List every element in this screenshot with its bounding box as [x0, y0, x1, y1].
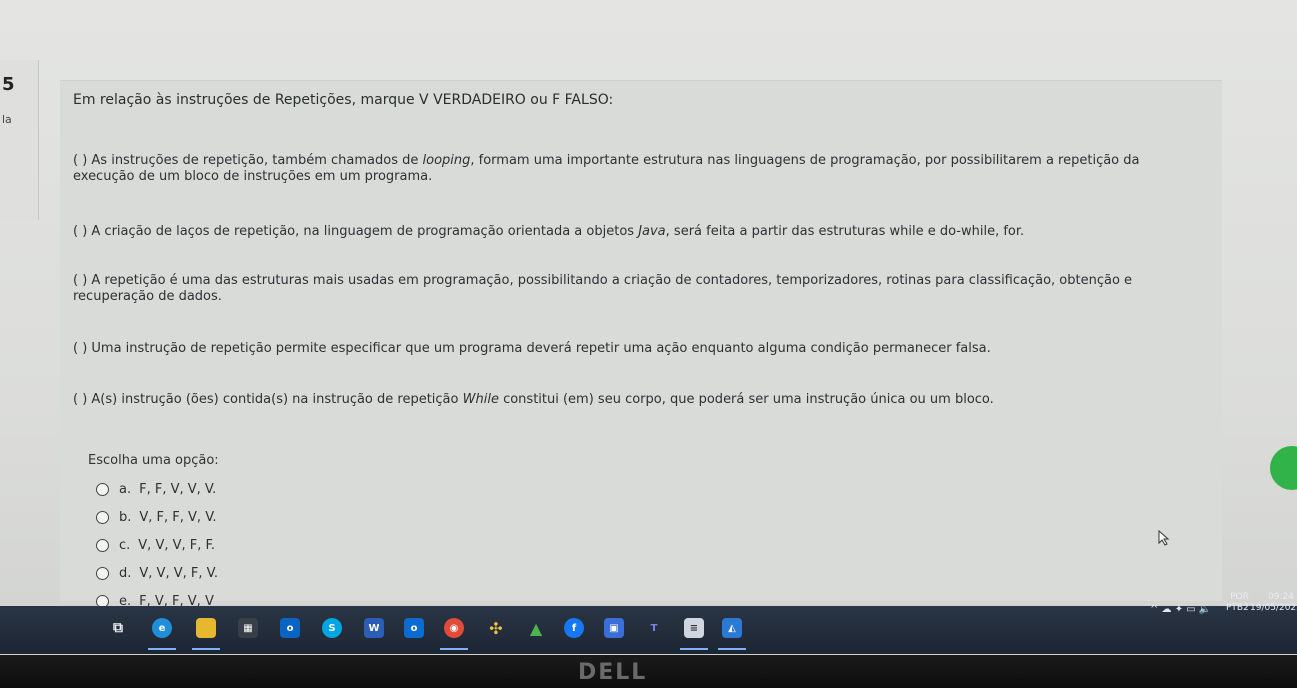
skype-icon[interactable]: S [322, 618, 342, 638]
file-explorer-icon[interactable] [196, 618, 216, 638]
photos-icon[interactable]: ◭ [722, 618, 742, 638]
statement-1: ( ) As instruções de repetição, também c… [73, 153, 1140, 184]
option-a[interactable]: a. F, F, V, V, V. [96, 480, 216, 498]
explorer-active-indicator [192, 648, 220, 650]
store-icon[interactable]: ▦ [238, 618, 258, 638]
statement-2: ( ) A criação de laços de repetição, na … [73, 224, 1025, 239]
word-icon[interactable]: W [364, 618, 384, 638]
taskbar-clock[interactable]: 09:24 19/05/2025 [1250, 592, 1297, 614]
radio-d[interactable] [96, 566, 109, 580]
chrome-active-indicator [440, 648, 468, 650]
outlook-icon[interactable]: o [280, 618, 300, 638]
photos-active-indicator [718, 648, 746, 650]
system-tray[interactable]: ^ ☁ ✦ ▭ 🔈 [1150, 604, 1211, 615]
pinwheel-icon[interactable]: ✣ [486, 618, 506, 638]
edge-icon[interactable]: e [152, 618, 172, 638]
outlook-app-icon[interactable]: o [404, 618, 424, 638]
teams-icon[interactable]: T [644, 618, 664, 638]
teams-meeting-icon[interactable]: ▣ [604, 618, 624, 638]
mouse-cursor-icon [1158, 530, 1170, 546]
task-view-icon[interactable]: ⧉ [108, 618, 128, 638]
question-number: 5 [2, 74, 15, 95]
radio-a[interactable] [96, 482, 109, 496]
notepad-active-indicator [680, 648, 708, 650]
radio-b[interactable] [96, 510, 109, 524]
statement-3: ( ) A repetição é uma das estruturas mai… [73, 273, 1133, 304]
chrome-icon[interactable]: ◉ [444, 618, 464, 638]
option-d[interactable]: d. V, V, V, F, V. [96, 564, 218, 582]
monitor-bezel [0, 655, 1297, 688]
radio-c[interactable] [96, 538, 109, 552]
facebook-icon[interactable]: f [564, 618, 584, 638]
statement-4: ( ) Uma instrução de repetição permite e… [73, 341, 991, 356]
chat-fab-button[interactable] [1270, 446, 1297, 490]
monitor-logo: DELL [578, 660, 648, 685]
notepad-icon[interactable]: ≡ [684, 618, 704, 638]
option-c[interactable]: c. V, V, V, F, F. [96, 536, 215, 554]
edge-active-indicator [148, 648, 176, 650]
screen: 5 la Em relação às instruções de Repetiç… [0, 0, 1297, 655]
keyboard-layout[interactable]: POR PTB2 [1226, 592, 1249, 614]
option-b[interactable]: b. V, F, F, V, V. [96, 508, 217, 526]
choose-label: Escolha uma opção: [88, 453, 219, 468]
question-side-label: la [2, 113, 12, 126]
question-title: Em relação às instruções de Repetições, … [73, 92, 614, 108]
statement-5: ( ) A(s) instrução (ões) contida(s) na i… [73, 392, 994, 407]
drive-icon[interactable]: ▲ [526, 618, 546, 638]
